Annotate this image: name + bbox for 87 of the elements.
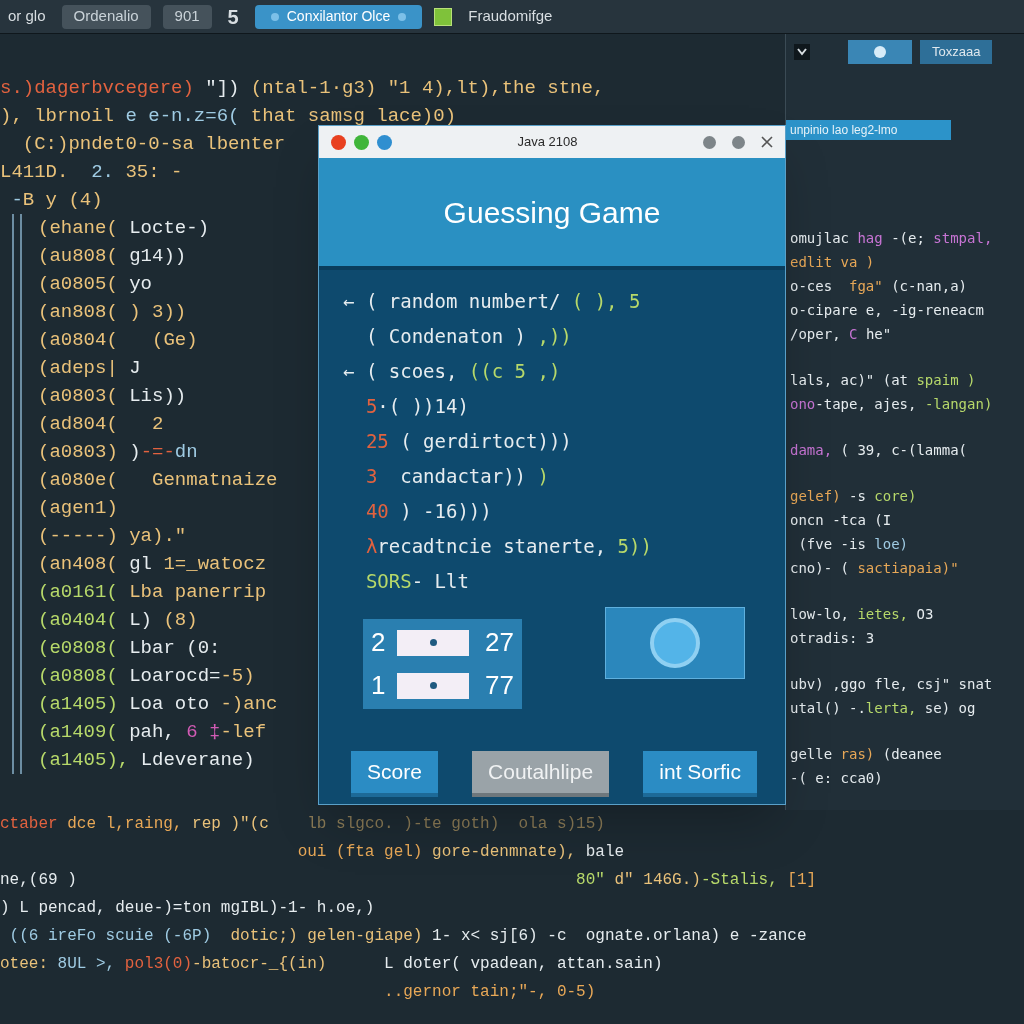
dot-button[interactable] xyxy=(848,40,912,64)
window-control-icon[interactable] xyxy=(354,134,369,150)
code-line: ne,(69 ) 80" d" 146G.)-Stalis, [1] xyxy=(0,870,817,891)
dialog-button[interactable]: int Sorfic xyxy=(643,751,757,797)
code-line: -( e: cca0) xyxy=(790,769,884,788)
guess-label: 2 xyxy=(371,626,387,659)
tab[interactable]: Conxilantor Olce xyxy=(254,4,423,29)
code-line: ( Condenaton ) ,)) xyxy=(364,324,573,349)
input-field[interactable] xyxy=(397,672,469,699)
code-line: (a0804( (Ge) xyxy=(38,328,198,353)
code-line: gelle ras) (deanee xyxy=(790,745,943,764)
code-line: ← ( random numbert/ ( ), 5 xyxy=(343,289,642,314)
code-line: oncn -tca (I xyxy=(790,511,893,530)
minimize-icon[interactable] xyxy=(703,135,716,149)
tab[interactable]: Fraudomifge xyxy=(464,4,557,29)
chevron-down-icon[interactable] xyxy=(794,44,810,60)
code-line: (ehane( Locte-) xyxy=(38,216,210,241)
code-line: 40 ) -16))) xyxy=(364,499,493,524)
panel-header: unpinio lao leg2-lmo xyxy=(786,120,951,140)
code-line: (ad804( 2 xyxy=(38,412,164,437)
code-line: otradis: 3 xyxy=(790,629,876,648)
tab[interactable]: Ordenalio xyxy=(61,4,151,29)
window-control-icon[interactable] xyxy=(377,134,392,150)
code-line: (fve -is loe) xyxy=(797,535,909,554)
code-line: (a0805( yo xyxy=(38,272,153,297)
tab[interactable]: 901 xyxy=(162,4,212,29)
code-line: dama, ( 39, c-(lamma( xyxy=(790,441,968,460)
code-line: (agen1) xyxy=(38,496,118,521)
code-line: oui (fta gel) gore-denmnate), bale xyxy=(296,842,625,863)
round-button[interactable] xyxy=(605,607,745,679)
code-line: (a0404( L) (8) xyxy=(38,608,198,633)
input-field[interactable] xyxy=(397,629,469,656)
code-line: ((6 ireFo scuie (-6P) dotic;) gelen-giape) 1- x< sj[6) -c ognate.orlana) e -zance xyxy=(8,926,807,947)
code-line: (a1409( pah, 6 ‡-lef xyxy=(38,720,267,745)
tab[interactable]: Toxzaaa xyxy=(920,40,993,64)
code-line: lals, ac)" (at spaim ) xyxy=(790,371,977,390)
code-line: (a0803) )-=-dn xyxy=(38,440,198,465)
code-line: s.)dagerbvcegere) "]) (ntal-1·g3) "1 4),lt),the stne, xyxy=(0,76,605,101)
window-title: Java 2108 xyxy=(516,133,579,152)
code-line: -B y (4) xyxy=(10,188,103,213)
code-line: 25 ( gerdirtoct))) xyxy=(364,429,573,454)
tab[interactable]: 5 xyxy=(223,4,243,29)
code-line: (-----) ya)." xyxy=(38,524,187,549)
close-icon[interactable] xyxy=(761,136,773,148)
code-line: ono-tape, ajes, -langan) xyxy=(790,395,994,414)
code-line: (a1405), Ldeverane) xyxy=(38,748,255,773)
code-line: (an408( gl 1=_watocz xyxy=(38,552,267,577)
guess-label: 1 xyxy=(371,669,387,702)
code-line: L411D. 2. 35: - xyxy=(0,160,183,185)
code-line: ) L pencad, deue-)=ton mgIBL)-1- h.oe,) xyxy=(0,898,375,919)
code-line: SORS- Llt xyxy=(364,569,470,594)
code-line: edlit va ) xyxy=(790,253,876,272)
code-line: otee: 8UL >, pol3(0)-batocr-_{(in) L doter( vpadean, attan.sain) xyxy=(0,954,663,975)
window-control-icon[interactable] xyxy=(331,134,346,150)
code-line: (a1405) Loa oto -)anc xyxy=(38,692,278,717)
maximize-icon[interactable] xyxy=(732,135,745,149)
code-line: 3 candactar)) ) xyxy=(364,464,550,489)
code-line: (C:)pndet0-0-sa lbenter xyxy=(21,132,286,157)
guess-value: 27 xyxy=(485,626,514,659)
code-line: (a0803( Lis)) xyxy=(38,384,187,409)
code-line: low-lo, ietes, O3 xyxy=(790,605,935,624)
code-line: (adeps| J xyxy=(38,356,141,381)
dialog-heading: Guessing Game xyxy=(443,194,661,231)
square-icon xyxy=(434,7,453,26)
code-line: λrecadtncie stanerte, 5)) xyxy=(364,534,653,559)
code-line: cno)- ( sactiapaia)" xyxy=(790,559,960,578)
code-line: ubv) ,ggo fle, csj" snat xyxy=(790,675,994,694)
code-line: ), lbrnoil e e-n.z=6( that samsg lace)0) xyxy=(0,104,457,129)
code-line: (a0808( Loarocd=-5) xyxy=(38,664,255,689)
code-line: (a080e( Genmatnaize xyxy=(38,468,278,493)
code-line: ..gernor tain;"-, 0-5) xyxy=(383,982,596,1003)
guess-value: 77 xyxy=(485,669,514,702)
code-line: ctaber dce l,raing, rep )"(c lb slgco. )-te goth) ola s)15) xyxy=(0,814,605,835)
code-line: gelef) -s core) xyxy=(790,487,918,506)
code-line: (au808( g14)) xyxy=(38,244,187,269)
code-line: (an808( ) 3)) xyxy=(38,300,187,325)
code-line: /oper, C he" xyxy=(790,325,893,344)
code-line: (e0808( Lbar (0: xyxy=(38,636,221,661)
code-line: 5·( ))14) xyxy=(364,394,470,419)
code-line: (a0161( Lba panerrip xyxy=(38,580,267,605)
code-line: ← ( scoes, ((c 5 ,) xyxy=(343,359,562,384)
dialog-button[interactable]: Score xyxy=(351,751,438,797)
code-line: o-cipare e, -ig-reneacm xyxy=(790,301,985,320)
code-line: omujlac hag -(e; stmpal, xyxy=(790,229,994,248)
code-line: o-ces fga" (c-nan,a) xyxy=(790,277,969,296)
code-line: utal() -.lerta, se) og xyxy=(790,699,977,718)
tab[interactable]: or glo xyxy=(4,4,50,29)
